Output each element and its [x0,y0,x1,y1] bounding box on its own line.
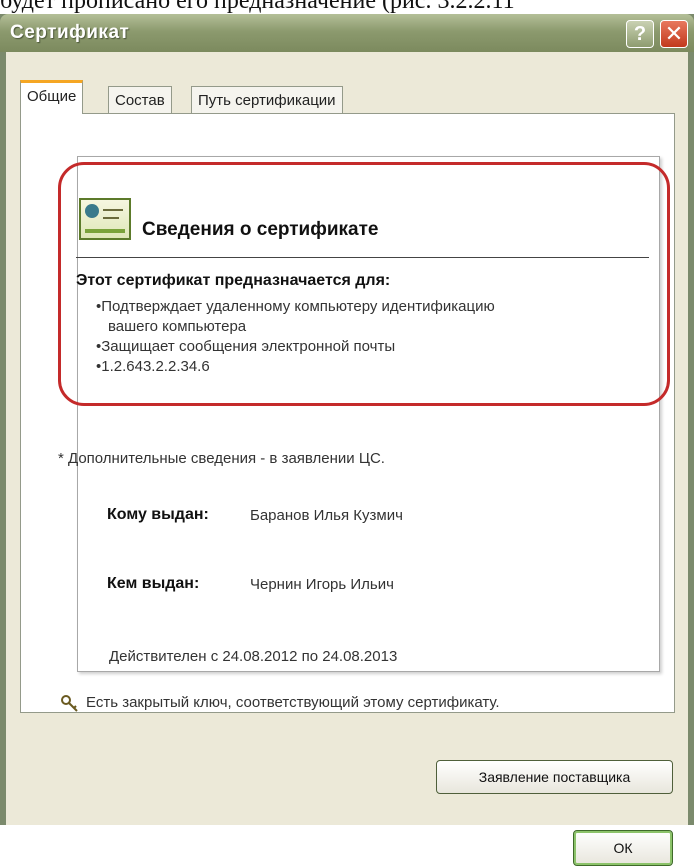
help-icon: ? [633,23,647,45]
purpose-heading: Этот сертификат предназначается для: [76,272,391,289]
key-icon [61,695,78,712]
titlebar[interactable]: Сертификат ? ✕ [0,14,694,52]
issuer-statement-button[interactable]: Заявление поставщика [436,760,673,794]
close-icon: ✕ [664,21,684,46]
purpose-item: •Подтверждает удаленному компьютеру иден… [96,298,495,315]
certificate-dialog: Сертификат ? ✕ Общие Состав Путь сертифи… [0,14,694,866]
issued-by-value: Чернин Игорь Ильич [250,576,394,593]
info-title: Сведения о сертификате [142,219,379,240]
certificate-icon [79,198,131,240]
tab-details[interactable]: Состав [108,86,172,116]
close-button[interactable]: ✕ [660,20,688,48]
tab-general[interactable]: Общие [20,80,84,114]
purpose-item: •1.2.643.2.2.34.6 [96,358,210,375]
divider [76,257,649,258]
issued-to-value: Баранов Илья Кузмич [250,507,403,524]
private-key-note: Есть закрытый ключ, соответствующий этом… [86,694,500,711]
window-title: Сертификат [10,22,130,43]
issued-to-label: Кому выдан: [107,506,209,523]
help-button[interactable]: ? [626,20,654,48]
purpose-item: вашего компьютера [108,318,247,335]
issued-by-label: Кем выдан: [107,575,200,592]
additional-info-note: * Дополнительные сведения - в заявлении … [58,450,385,467]
purpose-item: •Защищает сообщения электронной почты [96,338,396,355]
tab-certification-path[interactable]: Путь сертификации [191,86,343,116]
ok-button[interactable]: ОК [573,830,673,866]
dialog-client-area: Общие Состав Путь сертификации Сведения … [6,52,688,866]
validity-period: Действителен с 24.08.2012 по 24.08.2013 [109,648,398,665]
